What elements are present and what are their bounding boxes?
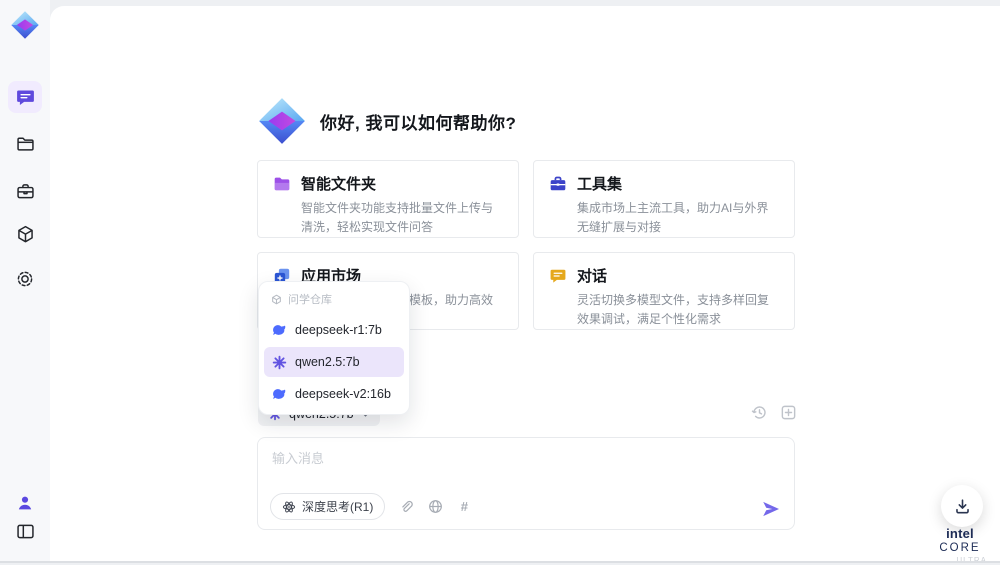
toolset-icon (550, 176, 566, 190)
greeting-text: 你好, 我可以如何帮助你? (320, 113, 517, 133)
model-option-deepseek-r1[interactable]: deepseek-r1:7b (264, 315, 404, 345)
sidebar (0, 0, 50, 563)
user-icon (18, 496, 32, 510)
model-option-qwen[interactable]: qwen2.5:7b (264, 347, 404, 377)
history-icon[interactable] (751, 404, 768, 421)
card-title: 工具集 (577, 176, 623, 193)
deepseek-icon (273, 324, 286, 335)
app-logo-icon (11, 11, 39, 39)
card-dialog[interactable]: 对话 灵活切换多模型文件，支持多样回复效果调试，满足个性化需求 (533, 252, 795, 330)
sidebar-item-settings[interactable] (8, 263, 42, 295)
globe-icon (428, 500, 442, 513)
repo-box-icon (272, 294, 281, 304)
card-description: 灵活切换多模型文件，支持多样回复效果调试，满足个性化需求 (577, 293, 770, 326)
sidebar-item-apps[interactable] (8, 218, 42, 250)
hash-icon[interactable]: # (456, 499, 472, 515)
chat-actions (751, 404, 797, 421)
deep-think-atom-icon (282, 501, 296, 512)
briefcase-icon (16, 183, 34, 198)
web-search-icon[interactable] (427, 499, 443, 515)
card-description: 智能文件夹功能支持批量文件上传与清洗，轻松实现文件问答 (301, 201, 494, 234)
deep-think-button[interactable]: 深度思考(R1) (270, 493, 386, 520)
dialog-icon (550, 269, 566, 283)
greeting-row: 你好, 我可以如何帮助你? (257, 96, 516, 146)
card-smart-folder[interactable]: 智能文件夹 智能文件夹功能支持批量文件上传与清洗，轻松实现文件问答 (257, 160, 519, 238)
model-option-label: deepseek-r1:7b (295, 323, 382, 337)
model-repo-label: 问学仓库 (288, 294, 332, 306)
card-title: 对话 (577, 268, 608, 285)
paperclip-icon (402, 500, 414, 512)
model-option-label: deepseek-v2:16b (295, 387, 391, 401)
folder-icon (16, 137, 34, 151)
deepseek-icon (273, 388, 286, 399)
cube-icon (17, 225, 33, 242)
core-wordmark: core (939, 542, 981, 554)
send-icon[interactable] (761, 499, 781, 519)
composer-toolbar: 深度思考(R1) # (270, 493, 472, 520)
card-toolset[interactable]: 工具集 集成市场上主流工具，助力AI与外界无缝扩展与对接 (533, 160, 795, 238)
intel-wordmark: intel (946, 526, 974, 541)
sidebar-item-collapse[interactable] (8, 515, 42, 547)
message-composer: 深度思考(R1) # (257, 437, 795, 530)
intel-core-badge: intel core ULTRA (925, 527, 995, 565)
card-description: 集成市场上主流工具，助力AI与外界无缝扩展与对接 (577, 201, 769, 234)
chat-bubble-icon (16, 90, 34, 105)
model-option-label: qwen2.5:7b (295, 355, 360, 369)
model-dropdown: 问学仓库 deepseek-r1:7b qwen2.5:7b deepseek-… (258, 281, 410, 415)
attach-icon[interactable] (398, 499, 414, 515)
sidebar-item-toolbox[interactable] (8, 175, 42, 207)
card-title: 智能文件夹 (301, 176, 377, 193)
app-logo-icon (259, 98, 305, 144)
smart-folder-icon (274, 177, 290, 190)
model-repo-header: 问学仓库 (264, 287, 404, 313)
download-fab[interactable] (941, 485, 983, 527)
deep-think-label: 深度思考(R1) (302, 500, 374, 514)
new-chat-icon[interactable] (780, 404, 797, 421)
message-input[interactable] (272, 448, 652, 488)
qwen-icon (272, 355, 287, 369)
download-icon (955, 498, 969, 513)
sidebar-item-chat[interactable] (8, 81, 42, 113)
gear-icon (17, 271, 33, 287)
model-option-deepseek-v2[interactable]: deepseek-v2:16b (264, 379, 404, 409)
sidebar-item-folders[interactable] (8, 128, 42, 160)
panel-icon (16, 524, 34, 538)
